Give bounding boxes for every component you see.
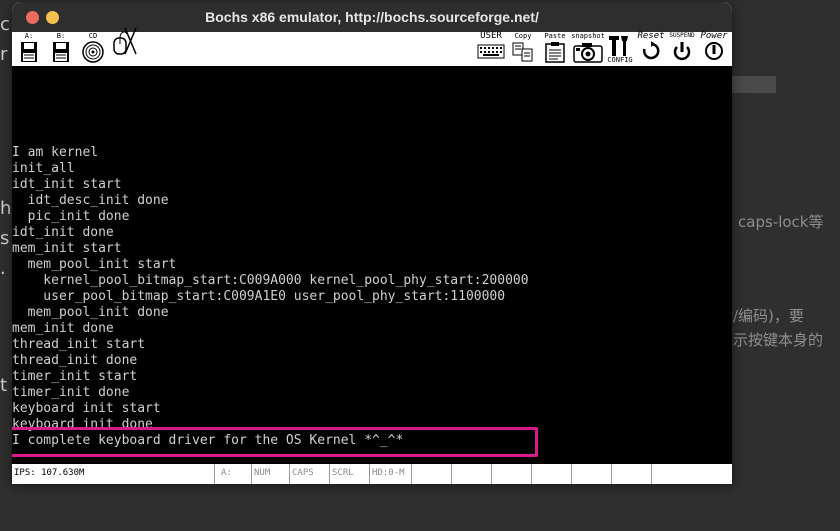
num-lock-indicator: NUM: [252, 464, 290, 484]
console-line: timer_init start: [12, 369, 138, 384]
cdrom-label: CD: [88, 32, 98, 40]
config-icon: [609, 36, 628, 56]
bg-text-fragment: h: [0, 198, 12, 219]
bg-text-fragment: r: [0, 44, 8, 65]
console-line: mem_pool_init start: [12, 257, 177, 272]
snapshot-label: snapshot: [571, 32, 605, 40]
floppy-b-label: B:: [56, 32, 66, 40]
floppy-b-icon: [53, 42, 69, 62]
cdrom-button[interactable]: CD: [82, 32, 104, 66]
copy-button[interactable]: Copy: [510, 32, 536, 66]
power-label: Power: [700, 31, 728, 41]
console-line: timer_init done: [12, 385, 130, 400]
paste-button[interactable]: Paste: [542, 32, 568, 66]
console-line: I am kernel: [12, 145, 99, 160]
console-line: idt_init done: [12, 225, 114, 240]
caps-lock-indicator: CAPS: [290, 464, 330, 484]
console-line: init_all: [12, 161, 75, 176]
reset-icon: [642, 41, 660, 60]
console-output: I am kernel init_all idt_init start idt_de…: [12, 145, 529, 449]
bg-text-fragment: .: [0, 258, 6, 279]
mouse-capture-button[interactable]: [110, 27, 138, 66]
floppy-a-label: A:: [24, 32, 34, 40]
console-line: idt_init start: [12, 177, 122, 192]
bg-text-fragment: caps-lock等: [738, 213, 824, 231]
suspend-button[interactable]: SUSPEND: [666, 32, 698, 66]
scroll-lock-indicator: SCRL: [330, 464, 370, 484]
status-slot: [612, 464, 652, 484]
copy-icon: [512, 42, 533, 62]
status-slot: [572, 464, 612, 484]
emulator-display[interactable]: I am kernel init_all idt_init start idt_de…: [12, 66, 732, 464]
console-line: mem_init start: [12, 241, 122, 256]
cdrom-icon: [82, 41, 104, 63]
status-slot: [532, 464, 572, 484]
suspend-label: SUSPEND: [669, 32, 695, 39]
console-line: keyboard init start: [12, 401, 161, 416]
mouse-icon: [113, 27, 137, 55]
config-button[interactable]: CONFIG: [604, 32, 636, 66]
bg-text-fragment: t: [0, 375, 8, 396]
bg-text-fragment: c: [0, 14, 10, 35]
copy-label: Copy: [514, 32, 532, 40]
floppy-a-button[interactable]: A:: [18, 32, 40, 66]
user-keyboard-button[interactable]: USER: [476, 32, 506, 66]
console-line: kernel_pool_bitmap_start:C009A000 kernel…: [12, 273, 529, 288]
user-label: USER: [480, 31, 502, 41]
reset-label: Reset: [637, 31, 665, 41]
camera-icon: [573, 43, 603, 63]
snapshot-button[interactable]: snapshot: [570, 32, 606, 66]
floppy-b-button[interactable]: B:: [50, 32, 72, 66]
console-line: user_pool_bitmap_start:C009A1E0 user_poo…: [12, 289, 506, 304]
bg-text-fragment: /编码)，要: [733, 307, 804, 325]
bochs-window: Bochs x86 emulator, http://bochs.sourcef…: [12, 2, 732, 484]
highlight-annotation-box: [12, 427, 538, 457]
power-icon: [705, 42, 723, 60]
keyboard-icon: [477, 44, 505, 59]
bg-text-fragment: s: [0, 228, 10, 249]
status-slot: [452, 464, 492, 484]
status-slot: [492, 464, 532, 484]
console-line: thread_init start: [12, 337, 146, 352]
bochs-toolbar: A: B: CD USER Copy Paste snapshot CONFIG…: [12, 27, 732, 66]
paste-icon: [545, 42, 565, 63]
console-line: mem_pool_init done: [12, 305, 169, 320]
console-line: thread_init done: [12, 353, 138, 368]
bg-highlight-bar: [732, 76, 776, 93]
bg-text-fragment: 示按键本身的: [733, 331, 824, 349]
suspend-icon: [673, 42, 691, 61]
hard-disk-indicator: HD:0-M: [370, 464, 412, 484]
window-title: Bochs x86 emulator, http://bochs.sourcef…: [205, 9, 539, 25]
status-bar: IPS: 107.630M A: NUM CAPS SCRL HD:0-M: [12, 464, 732, 484]
config-label: CONFIG: [607, 56, 633, 64]
ips-readout: IPS: 107.630M: [12, 464, 215, 484]
status-slot: [412, 464, 452, 484]
console-line: pic_init done: [12, 209, 130, 224]
reset-button[interactable]: Reset: [636, 32, 666, 66]
console-line: mem_init done: [12, 321, 114, 336]
floppy-a-icon: [21, 42, 37, 62]
paste-label: Paste: [544, 32, 566, 40]
drive-indicator: A:: [215, 464, 252, 484]
console-line: idt_desc_init done: [12, 193, 169, 208]
power-button[interactable]: Power: [698, 32, 730, 66]
